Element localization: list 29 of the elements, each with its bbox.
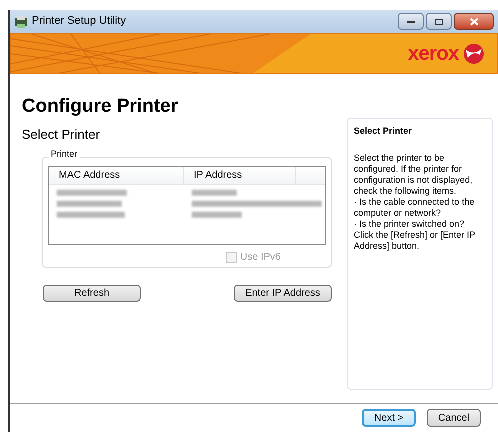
help-text: · Is the printer switched on? [354, 219, 466, 230]
cancel-button[interactable]: Cancel [427, 409, 481, 427]
blurred-text [57, 201, 122, 207]
sphere-logo-icon [463, 42, 485, 64]
ipv6-label: Use IPv6 [240, 251, 281, 265]
close-button[interactable] [454, 13, 494, 30]
page-heading: Configure Printer [22, 97, 180, 116]
blurred-text [57, 190, 127, 196]
close-icon [470, 18, 478, 26]
blurred-text [192, 212, 242, 218]
group-label: Printer [49, 150, 80, 159]
help-text: Click the [Refresh] or [Enter IP Address] button. [354, 230, 476, 252]
printer-list[interactable]: MAC Address IP Address [48, 166, 326, 245]
section-heading: Select Printer [22, 128, 102, 141]
help-text: · Is the cable connected to the computer or network? [354, 197, 476, 219]
push-button[interactable]: Refresh [43, 285, 141, 302]
maximize-button[interactable] [426, 13, 452, 30]
blurred-text [192, 190, 237, 196]
column-header[interactable]: IP Address [184, 167, 296, 184]
next-button[interactable]: Next > [362, 409, 416, 427]
help-text: Select the printer to be configured. If the printer for configuration is not displayed, check the following items. [354, 153, 474, 197]
printer-app-icon [14, 14, 28, 28]
window-title: Printer Setup Utility [32, 14, 126, 30]
minimize-button[interactable] [398, 13, 424, 30]
push-button[interactable]: Enter IP Address [234, 285, 332, 302]
column-header[interactable]: MAC Address [49, 167, 184, 184]
brand-logo-text: xerox [408, 42, 459, 66]
help-title: Select Printer [354, 127, 414, 136]
blurred-text [57, 212, 125, 218]
